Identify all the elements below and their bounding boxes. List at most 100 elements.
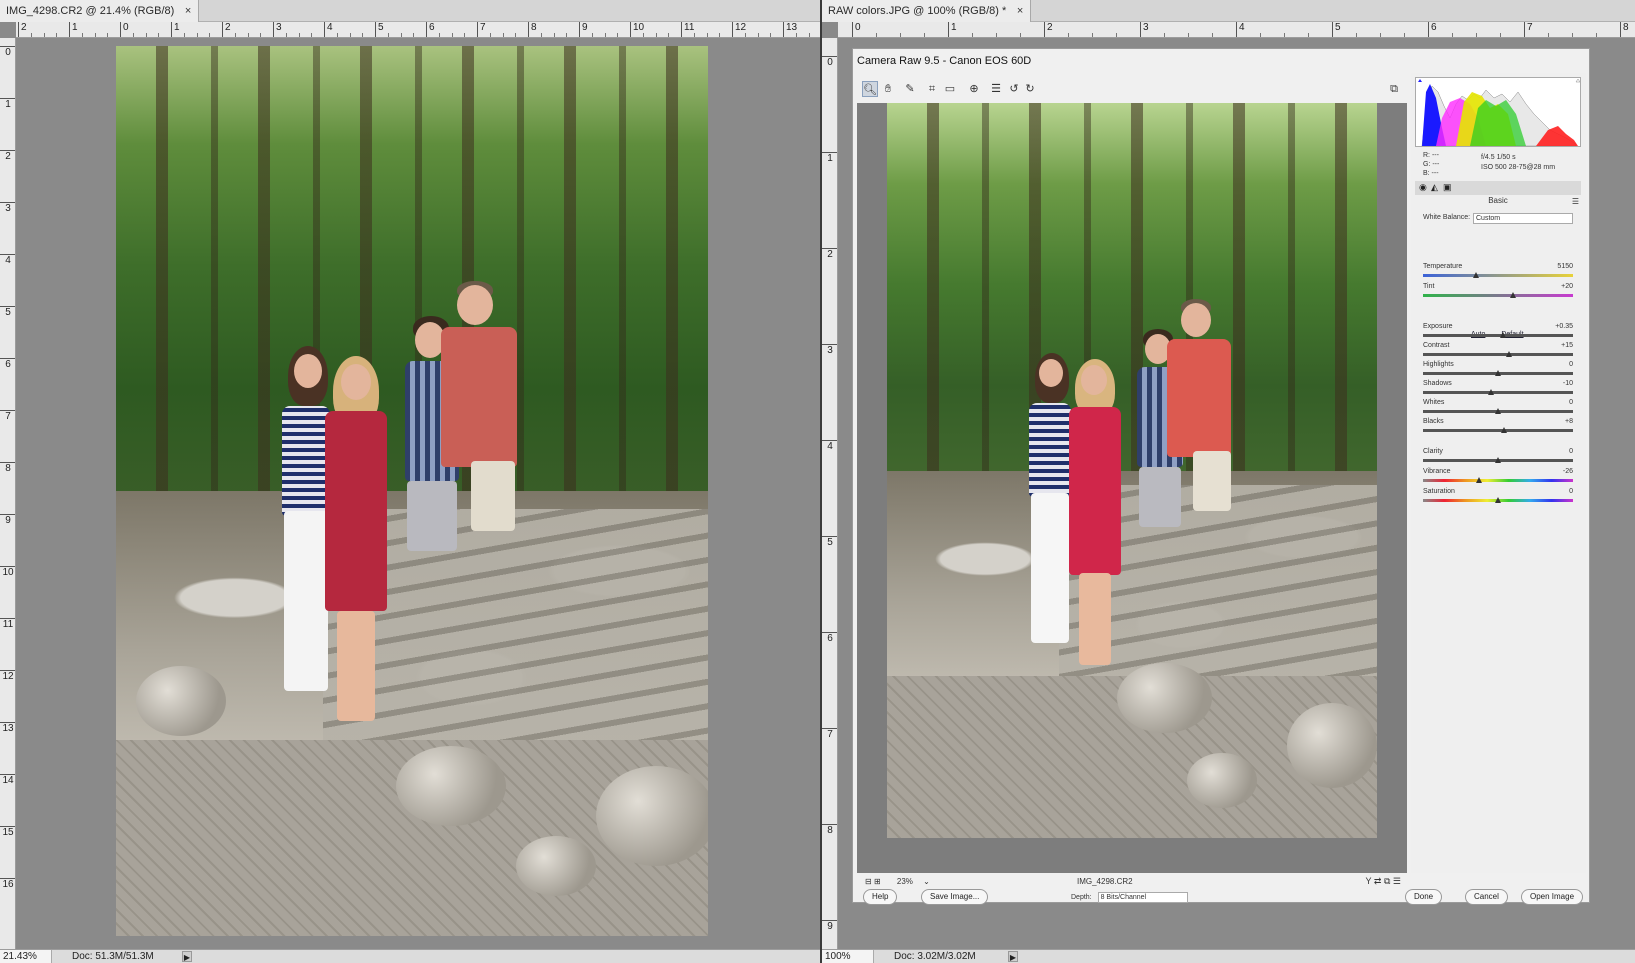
slider-thumb[interactable] — [1495, 370, 1501, 376]
ruler-tick: 6 — [1428, 22, 1437, 37]
preferences-icon[interactable]: ☰ — [1393, 876, 1401, 886]
slider-clarity[interactable]: Clarity 0 — [1423, 448, 1573, 468]
slider-label: Clarity — [1423, 448, 1443, 455]
before-after-icon[interactable]: Y — [1366, 876, 1372, 886]
slider-exposure[interactable]: Exposure +0.35 — [1423, 323, 1573, 343]
camera-calibration-icon[interactable]: ▣ — [1443, 182, 1452, 193]
cancel-button[interactable]: Cancel — [1465, 889, 1508, 905]
slider-blacks[interactable]: Blacks +8 — [1423, 418, 1573, 438]
ruler-tick: 1 — [0, 98, 15, 111]
slider-thumb[interactable] — [1487, 389, 1494, 395]
ruler-tick: 4 — [0, 254, 15, 267]
zoom-tool-icon[interactable]: 🔍︎ — [862, 81, 878, 97]
slider-value[interactable]: +15 — [1561, 342, 1573, 349]
right-horizontal-ruler[interactable]: 0 1 2 3 4 5 6 7 8 — [838, 22, 1635, 38]
left-vertical-ruler[interactable]: 0 1 2 3 4 5 6 7 8 9 10 11 12 13 14 15 16 — [0, 38, 16, 949]
slider-value[interactable]: -26 — [1563, 468, 1573, 475]
help-button[interactable]: Help — [863, 889, 898, 905]
slider-thumb[interactable] — [1501, 427, 1507, 433]
slider-value[interactable]: -10 — [1563, 380, 1573, 387]
ruler-tick: 1 — [822, 152, 837, 165]
white-balance-select[interactable]: Custom — [1473, 213, 1573, 224]
preview-filename: IMG_4298.CR2 — [1077, 877, 1133, 886]
swap-icon[interactable]: ⇄ — [1374, 876, 1382, 886]
slider-contrast[interactable]: Contrast +15 — [1423, 342, 1573, 362]
slider-thumb[interactable] — [1472, 272, 1479, 278]
close-icon[interactable]: × — [1017, 0, 1023, 22]
slider-label: Contrast — [1423, 342, 1450, 349]
slider-shadows[interactable]: Shadows -10 — [1423, 380, 1573, 400]
copy-settings-icon[interactable]: ⧉ — [1384, 876, 1390, 886]
chevron-down-icon[interactable]: ⌄ — [923, 877, 930, 886]
camera-raw-preview[interactable] — [857, 103, 1407, 873]
slider-thumb[interactable] — [1505, 351, 1512, 357]
slider-thumb[interactable] — [1495, 497, 1501, 503]
slider-thumb[interactable] — [1475, 477, 1482, 483]
slider-value[interactable]: 0 — [1569, 361, 1573, 368]
adjustment-list-icon[interactable]: ☰ — [988, 81, 1004, 97]
open-image-button[interactable]: Open Image — [1521, 889, 1584, 905]
close-icon[interactable]: × — [185, 0, 191, 22]
done-button[interactable]: Done — [1405, 889, 1443, 905]
slider-highlights[interactable]: Highlights 0 — [1423, 361, 1573, 381]
zoom-out-icon[interactable]: ⊟ — [865, 877, 872, 886]
preview-zoom-control[interactable]: ⊟ ⊞ 23% ⌄ — [865, 877, 930, 886]
slider-saturation[interactable]: Saturation 0 — [1423, 488, 1573, 508]
slider-value[interactable]: 0 — [1569, 488, 1573, 495]
slider-track[interactable] — [1423, 334, 1573, 337]
slider-track[interactable] — [1423, 294, 1573, 297]
rotate-right-icon[interactable]: ↻ — [1022, 81, 1038, 97]
right-document-tab[interactable]: RAW colors.JPG @ 100% (RGB/8) * × — [822, 0, 1032, 22]
slider-track[interactable] — [1423, 391, 1573, 394]
slider-value[interactable]: +20 — [1561, 283, 1573, 290]
tone-curve-icon[interactable]: ◭ — [1431, 182, 1438, 193]
slider-thumb[interactable] — [1495, 457, 1501, 463]
slider-whites[interactable]: Whites 0 — [1423, 399, 1573, 419]
eyedropper-tool-icon[interactable]: ✎ — [902, 81, 918, 97]
slider-thumb[interactable] — [1499, 332, 1506, 338]
ruler-tick: 7 — [0, 410, 15, 423]
slider-label: Tint — [1423, 283, 1435, 290]
save-image-button[interactable]: Save Image... — [921, 889, 989, 905]
right-zoom-field[interactable]: 100% — [822, 950, 874, 963]
ruler-tick: 7 — [1524, 22, 1533, 37]
spot-removal-tool-icon[interactable]: ⊕ — [966, 81, 982, 97]
depth-select[interactable]: 8 Bits/Channel — [1097, 892, 1188, 903]
fullscreen-toggle-icon[interactable]: ⧉ — [1386, 81, 1402, 97]
ruler-tick: 8 — [528, 22, 537, 37]
slider-value[interactable]: 5150 — [1557, 263, 1573, 270]
panel-menu-icon[interactable]: ☰ — [1572, 196, 1579, 208]
slider-track[interactable] — [1423, 479, 1573, 482]
preview-zoom-value[interactable]: 23% — [897, 877, 913, 886]
left-photo-canvas[interactable] — [116, 46, 708, 936]
slider-temperature[interactable]: Temperature 5150 — [1423, 263, 1573, 283]
left-status-arrow-icon[interactable]: ▶ — [182, 951, 192, 962]
rotate-left-icon[interactable]: ↺ — [1006, 81, 1022, 97]
slider-thumb[interactable] — [1495, 408, 1501, 414]
slider-tint[interactable]: Tint +20 — [1423, 283, 1573, 303]
slider-track[interactable] — [1423, 429, 1573, 432]
left-tab-bar: IMG_4298.CR2 @ 21.4% (RGB/8) × — [0, 0, 820, 22]
slider-value[interactable]: +8 — [1565, 418, 1573, 425]
slider-track[interactable] — [1423, 353, 1573, 356]
slider-vibrance[interactable]: Vibrance -26 — [1423, 468, 1573, 488]
preview-photo[interactable] — [887, 103, 1377, 838]
left-horizontal-ruler[interactable]: 2 1 0 1 2 3 4 5 6 7 8 9 10 11 12 13 — [16, 22, 820, 38]
hand-tool-icon[interactable]: ✋︎ — [880, 81, 896, 97]
right-status-arrow-icon[interactable]: ▶ — [1008, 951, 1018, 962]
left-zoom-field[interactable]: 21.43% — [0, 950, 52, 963]
slider-value[interactable]: +0.35 — [1555, 323, 1573, 330]
right-vertical-ruler[interactable]: 0 1 2 3 4 5 6 7 8 9 — [822, 38, 838, 949]
slider-thumb[interactable] — [1510, 292, 1516, 298]
basic-panel-icon[interactable]: ◉ — [1419, 182, 1427, 193]
slider-value[interactable]: 0 — [1569, 399, 1573, 406]
slider-track[interactable] — [1423, 274, 1573, 277]
crop-tool-icon[interactable]: ⌗ — [924, 81, 940, 97]
exif-iso-lens: ISO 500 28-75@28 mm — [1481, 164, 1556, 171]
straighten-tool-icon[interactable]: ▭ — [942, 81, 958, 97]
left-document-tab[interactable]: IMG_4298.CR2 @ 21.4% (RGB/8) × — [0, 0, 200, 22]
zoom-in-icon[interactable]: ⊞ — [874, 877, 881, 886]
readout-b: B: --- — [1423, 170, 1439, 177]
slider-value[interactable]: 0 — [1569, 448, 1573, 455]
ruler-tick: 10 — [0, 566, 15, 579]
